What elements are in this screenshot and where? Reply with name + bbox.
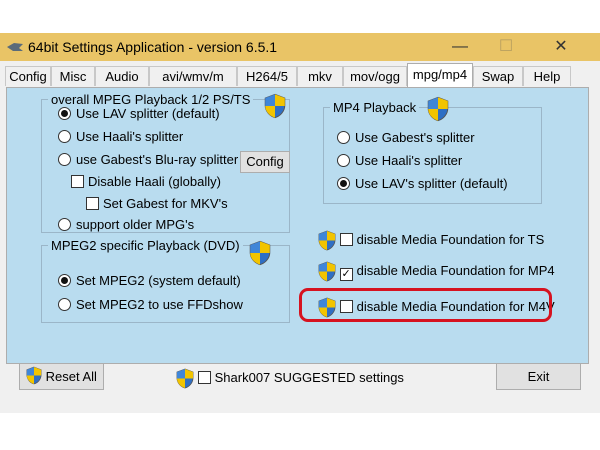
tab-audio[interactable]: Audio xyxy=(95,66,149,86)
reset-all-button[interactable]: Reset All xyxy=(19,363,104,390)
tab-swap[interactable]: Swap xyxy=(473,66,523,86)
uac-shield-icon xyxy=(264,93,286,119)
exit-button[interactable]: Exit xyxy=(496,363,581,390)
maximize-button[interactable]: ☐ xyxy=(483,33,529,61)
tab-mpg-mp4[interactable]: mpg/mp4 xyxy=(407,63,473,87)
uac-shield-icon xyxy=(318,261,336,282)
tab-mov-ogg[interactable]: mov/ogg xyxy=(343,66,407,86)
haali-splitter-radio[interactable]: Use Haali's splitter xyxy=(58,128,183,146)
checkmark-icon: ✓ xyxy=(339,268,353,281)
set-mpeg2-radio[interactable]: Set MPEG2 (system default) xyxy=(58,272,241,290)
mp4-group-legend: MP4 Playback xyxy=(333,100,417,115)
gabest-mkv-checkbox[interactable]: Set Gabest for MKV's xyxy=(86,195,228,213)
tab-help[interactable]: Help xyxy=(523,66,571,86)
config-button[interactable]: Config xyxy=(240,151,290,173)
set-ffdshow-radio[interactable]: Set MPEG2 to use FFDshow xyxy=(58,296,243,314)
uac-shield-icon xyxy=(176,368,194,389)
title-bar[interactable]: 64bit Settings Application - version 6.5… xyxy=(0,33,600,61)
mpeg2-group-legend: MPEG2 specific Playback (DVD) xyxy=(51,238,240,253)
radio-selected-icon xyxy=(58,274,71,287)
settings-window: 64bit Settings Application - version 6.5… xyxy=(0,33,600,413)
disable-haali-checkbox[interactable]: Disable Haali (globally) xyxy=(71,173,221,191)
tab-mkv[interactable]: mkv xyxy=(297,66,343,86)
checkbox-icon xyxy=(197,371,211,384)
gabest-bluray-radio[interactable]: use Gabest's Blu-ray splitter xyxy=(58,151,238,169)
mp4-gabest-radio[interactable]: Use Gabest's splitter xyxy=(337,129,475,147)
app-icon xyxy=(7,43,23,51)
lav-splitter-radio[interactable]: Use LAV splitter (default) xyxy=(58,105,220,123)
tab-config[interactable]: Config xyxy=(5,66,51,86)
radio-icon xyxy=(58,218,71,231)
tab-h264[interactable]: H264/5 xyxy=(237,66,297,86)
disable-mf-mp4-checkbox[interactable]: ✓ disable Media Foundation for MP4 xyxy=(318,260,555,282)
checkbox-icon xyxy=(86,197,99,210)
suggested-settings-checkbox[interactable]: Shark007 SUGGESTED settings xyxy=(176,367,404,389)
tab-misc[interactable]: Misc xyxy=(51,66,95,86)
checkbox-icon xyxy=(339,233,353,246)
tab-avi-wmv[interactable]: avi/wmv/m xyxy=(149,66,237,86)
mp4-haali-radio[interactable]: Use Haali's splitter xyxy=(337,152,462,170)
radio-selected-icon xyxy=(337,177,350,190)
checkbox-icon xyxy=(71,175,84,188)
uac-shield-icon xyxy=(249,240,271,266)
highlight-annotation xyxy=(299,288,552,322)
radio-icon xyxy=(58,298,71,311)
disable-mf-ts-checkbox[interactable]: disable Media Foundation for TS xyxy=(318,229,544,251)
radio-icon xyxy=(58,153,71,166)
radio-selected-icon xyxy=(58,107,71,120)
close-button[interactable]: ✕ xyxy=(538,33,584,61)
radio-icon xyxy=(337,154,350,167)
mp4-lav-radio[interactable]: Use LAV's splitter (default) xyxy=(337,175,508,193)
mpg-mp4-panel: overall MPEG Playback 1/2 PS/TS Use LAV … xyxy=(6,87,589,364)
minimize-button[interactable]: — xyxy=(437,33,483,61)
uac-shield-icon xyxy=(26,366,42,385)
radio-icon xyxy=(58,130,71,143)
window-title: 64bit Settings Application - version 6.5… xyxy=(28,39,278,55)
uac-shield-icon xyxy=(318,230,336,251)
older-mpg-radio[interactable]: support older MPG's xyxy=(58,216,194,234)
radio-icon xyxy=(337,131,350,144)
uac-shield-icon xyxy=(427,96,449,122)
